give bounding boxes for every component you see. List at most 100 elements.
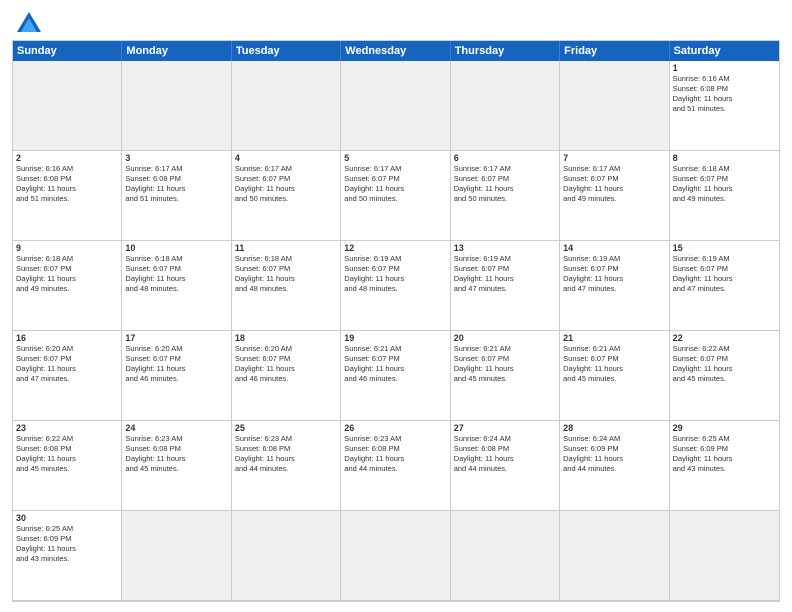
day-number: 25 xyxy=(235,423,337,433)
calendar-page: SundayMondayTuesdayWednesdayThursdayFrid… xyxy=(0,0,792,612)
calendar-day-cell: 28Sunrise: 6:24 AM Sunset: 6:09 PM Dayli… xyxy=(560,421,669,511)
calendar-day-cell: 24Sunrise: 6:23 AM Sunset: 6:08 PM Dayli… xyxy=(122,421,231,511)
day-number: 12 xyxy=(344,243,446,253)
weekday-header: Saturday xyxy=(670,41,779,61)
day-number: 29 xyxy=(673,423,776,433)
day-number: 26 xyxy=(344,423,446,433)
day-content: Sunrise: 6:16 AM Sunset: 6:08 PM Dayligh… xyxy=(16,164,118,205)
calendar-day-cell: 4Sunrise: 6:17 AM Sunset: 6:07 PM Daylig… xyxy=(232,151,341,241)
day-number: 20 xyxy=(454,333,556,343)
calendar-day-cell: 15Sunrise: 6:19 AM Sunset: 6:07 PM Dayli… xyxy=(670,241,779,331)
calendar-day-cell: 16Sunrise: 6:20 AM Sunset: 6:07 PM Dayli… xyxy=(13,331,122,421)
day-content: Sunrise: 6:25 AM Sunset: 6:09 PM Dayligh… xyxy=(16,524,118,565)
empty-cell xyxy=(122,511,231,601)
day-content: Sunrise: 6:20 AM Sunset: 6:07 PM Dayligh… xyxy=(235,344,337,385)
day-content: Sunrise: 6:16 AM Sunset: 6:08 PM Dayligh… xyxy=(673,74,776,115)
empty-cell xyxy=(13,61,122,151)
day-number: 11 xyxy=(235,243,337,253)
day-content: Sunrise: 6:17 AM Sunset: 6:07 PM Dayligh… xyxy=(563,164,665,205)
day-content: Sunrise: 6:18 AM Sunset: 6:07 PM Dayligh… xyxy=(235,254,337,295)
empty-cell xyxy=(560,511,669,601)
empty-cell xyxy=(670,511,779,601)
day-content: Sunrise: 6:18 AM Sunset: 6:07 PM Dayligh… xyxy=(16,254,118,295)
calendar-day-cell: 25Sunrise: 6:23 AM Sunset: 6:08 PM Dayli… xyxy=(232,421,341,511)
calendar-day-cell: 8Sunrise: 6:18 AM Sunset: 6:07 PM Daylig… xyxy=(670,151,779,241)
calendar-day-cell: 3Sunrise: 6:17 AM Sunset: 6:08 PM Daylig… xyxy=(122,151,231,241)
day-content: Sunrise: 6:21 AM Sunset: 6:07 PM Dayligh… xyxy=(563,344,665,385)
calendar-day-cell: 6Sunrise: 6:17 AM Sunset: 6:07 PM Daylig… xyxy=(451,151,560,241)
day-number: 16 xyxy=(16,333,118,343)
calendar-day-cell: 23Sunrise: 6:22 AM Sunset: 6:08 PM Dayli… xyxy=(13,421,122,511)
weekday-header: Friday xyxy=(560,41,669,61)
day-content: Sunrise: 6:25 AM Sunset: 6:09 PM Dayligh… xyxy=(673,434,776,475)
day-number: 23 xyxy=(16,423,118,433)
day-content: Sunrise: 6:18 AM Sunset: 6:07 PM Dayligh… xyxy=(125,254,227,295)
day-number: 28 xyxy=(563,423,665,433)
empty-cell xyxy=(451,511,560,601)
day-number: 2 xyxy=(16,153,118,163)
day-number: 15 xyxy=(673,243,776,253)
day-number: 1 xyxy=(673,63,776,73)
calendar-day-cell: 14Sunrise: 6:19 AM Sunset: 6:07 PM Dayli… xyxy=(560,241,669,331)
calendar-day-cell: 20Sunrise: 6:21 AM Sunset: 6:07 PM Dayli… xyxy=(451,331,560,421)
calendar-day-cell: 2Sunrise: 6:16 AM Sunset: 6:08 PM Daylig… xyxy=(13,151,122,241)
day-content: Sunrise: 6:21 AM Sunset: 6:07 PM Dayligh… xyxy=(344,344,446,385)
empty-cell xyxy=(232,61,341,151)
day-content: Sunrise: 6:24 AM Sunset: 6:09 PM Dayligh… xyxy=(563,434,665,475)
day-content: Sunrise: 6:22 AM Sunset: 6:07 PM Dayligh… xyxy=(673,344,776,385)
day-content: Sunrise: 6:17 AM Sunset: 6:07 PM Dayligh… xyxy=(454,164,556,205)
calendar-day-cell: 29Sunrise: 6:25 AM Sunset: 6:09 PM Dayli… xyxy=(670,421,779,511)
calendar-day-cell: 30Sunrise: 6:25 AM Sunset: 6:09 PM Dayli… xyxy=(13,511,122,601)
logo-icon xyxy=(15,10,43,34)
calendar-day-cell: 19Sunrise: 6:21 AM Sunset: 6:07 PM Dayli… xyxy=(341,331,450,421)
day-number: 6 xyxy=(454,153,556,163)
weekday-header: Monday xyxy=(122,41,231,61)
day-number: 3 xyxy=(125,153,227,163)
day-number: 18 xyxy=(235,333,337,343)
day-content: Sunrise: 6:21 AM Sunset: 6:07 PM Dayligh… xyxy=(454,344,556,385)
day-number: 19 xyxy=(344,333,446,343)
day-content: Sunrise: 6:20 AM Sunset: 6:07 PM Dayligh… xyxy=(16,344,118,385)
day-number: 22 xyxy=(673,333,776,343)
day-number: 9 xyxy=(16,243,118,253)
day-content: Sunrise: 6:22 AM Sunset: 6:08 PM Dayligh… xyxy=(16,434,118,475)
day-number: 7 xyxy=(563,153,665,163)
empty-cell xyxy=(341,511,450,601)
day-content: Sunrise: 6:18 AM Sunset: 6:07 PM Dayligh… xyxy=(673,164,776,205)
calendar-day-cell: 11Sunrise: 6:18 AM Sunset: 6:07 PM Dayli… xyxy=(232,241,341,331)
day-content: Sunrise: 6:17 AM Sunset: 6:07 PM Dayligh… xyxy=(344,164,446,205)
day-content: Sunrise: 6:19 AM Sunset: 6:07 PM Dayligh… xyxy=(344,254,446,295)
day-content: Sunrise: 6:19 AM Sunset: 6:07 PM Dayligh… xyxy=(563,254,665,295)
calendar-day-cell: 7Sunrise: 6:17 AM Sunset: 6:07 PM Daylig… xyxy=(560,151,669,241)
empty-cell xyxy=(232,511,341,601)
calendar-day-cell: 27Sunrise: 6:24 AM Sunset: 6:08 PM Dayli… xyxy=(451,421,560,511)
empty-cell xyxy=(341,61,450,151)
day-number: 24 xyxy=(125,423,227,433)
day-number: 8 xyxy=(673,153,776,163)
calendar-day-cell: 26Sunrise: 6:23 AM Sunset: 6:08 PM Dayli… xyxy=(341,421,450,511)
calendar-body: 1Sunrise: 6:16 AM Sunset: 6:08 PM Daylig… xyxy=(13,61,779,601)
calendar-day-cell: 18Sunrise: 6:20 AM Sunset: 6:07 PM Dayli… xyxy=(232,331,341,421)
day-number: 13 xyxy=(454,243,556,253)
day-content: Sunrise: 6:17 AM Sunset: 6:07 PM Dayligh… xyxy=(235,164,337,205)
day-content: Sunrise: 6:23 AM Sunset: 6:08 PM Dayligh… xyxy=(344,434,446,475)
empty-cell xyxy=(122,61,231,151)
day-number: 17 xyxy=(125,333,227,343)
calendar-day-cell: 12Sunrise: 6:19 AM Sunset: 6:07 PM Dayli… xyxy=(341,241,450,331)
day-number: 27 xyxy=(454,423,556,433)
day-number: 5 xyxy=(344,153,446,163)
day-content: Sunrise: 6:24 AM Sunset: 6:08 PM Dayligh… xyxy=(454,434,556,475)
calendar: SundayMondayTuesdayWednesdayThursdayFrid… xyxy=(12,40,780,602)
page-header xyxy=(12,10,780,34)
day-content: Sunrise: 6:20 AM Sunset: 6:07 PM Dayligh… xyxy=(125,344,227,385)
day-number: 4 xyxy=(235,153,337,163)
logo xyxy=(12,10,45,34)
day-content: Sunrise: 6:19 AM Sunset: 6:07 PM Dayligh… xyxy=(673,254,776,295)
empty-cell xyxy=(560,61,669,151)
logo-area xyxy=(12,10,45,34)
day-content: Sunrise: 6:23 AM Sunset: 6:08 PM Dayligh… xyxy=(125,434,227,475)
calendar-day-cell: 21Sunrise: 6:21 AM Sunset: 6:07 PM Dayli… xyxy=(560,331,669,421)
calendar-day-cell: 5Sunrise: 6:17 AM Sunset: 6:07 PM Daylig… xyxy=(341,151,450,241)
day-number: 10 xyxy=(125,243,227,253)
calendar-header: SundayMondayTuesdayWednesdayThursdayFrid… xyxy=(13,41,779,61)
